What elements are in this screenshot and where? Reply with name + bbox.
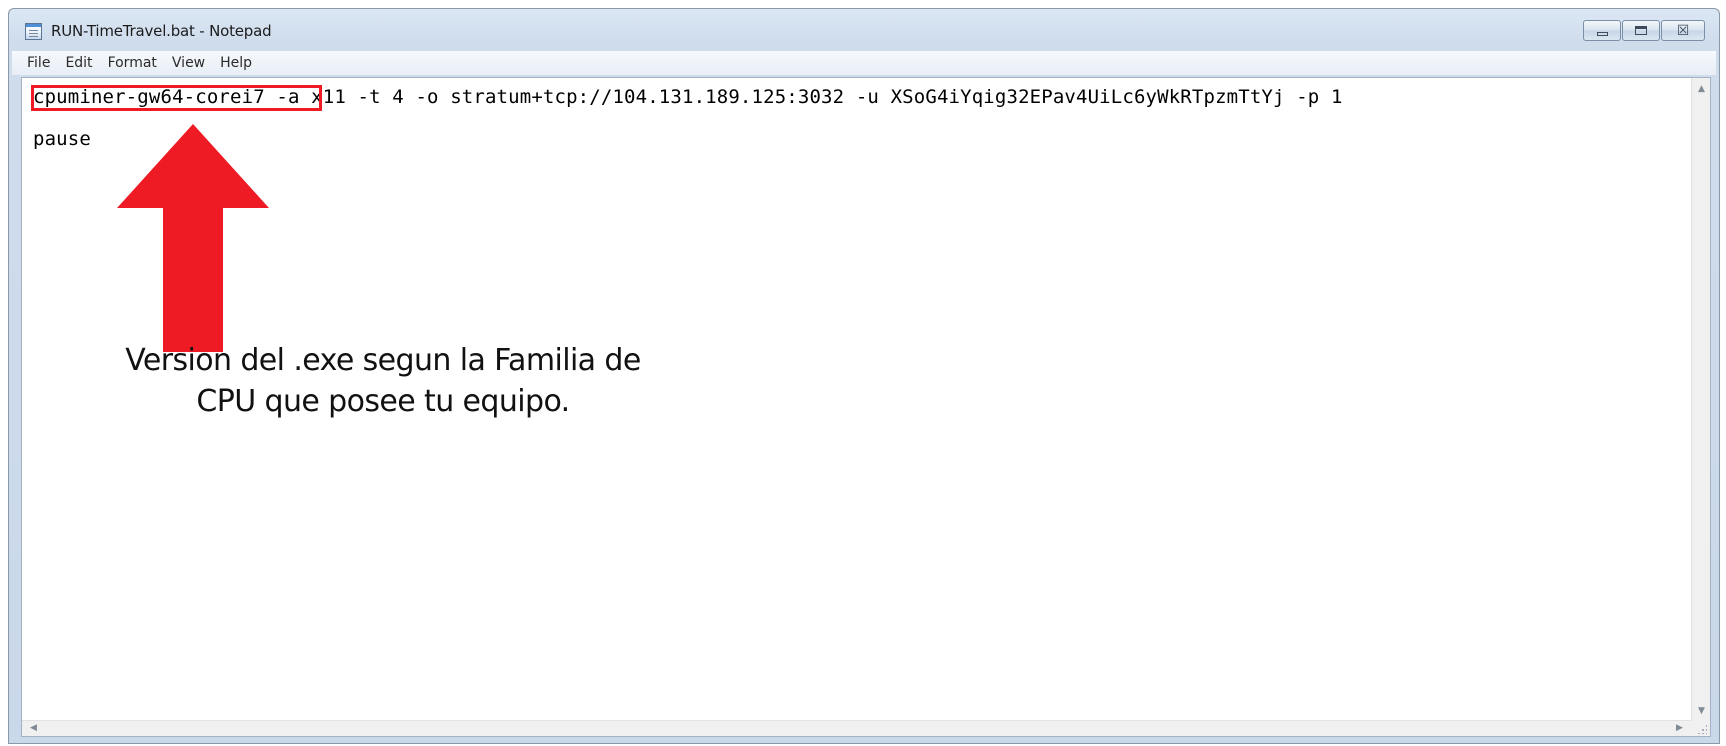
menu-edit[interactable]: Edit	[58, 55, 99, 71]
red-arrow-icon	[117, 124, 269, 352]
size-grip[interactable]	[1691, 720, 1710, 736]
scroll-right-icon[interactable]: ▶	[1670, 720, 1689, 736]
minimize-button[interactable]	[1583, 20, 1621, 41]
title-bar[interactable]: RUN-TimeTravel.bat - Notepad ☒	[9, 9, 1719, 49]
menu-view[interactable]: View	[165, 55, 212, 71]
vertical-scrollbar[interactable]: ▲ ▼	[1691, 78, 1710, 722]
annotation-text: Version del .exe segun la Familia de CPU…	[108, 340, 658, 422]
notepad-window: RUN-TimeTravel.bat - Notepad ☒ File Edit…	[8, 8, 1720, 744]
close-button[interactable]: ☒	[1661, 20, 1705, 41]
editor-text-area[interactable]: cpuminer-gw64-corei7 -a x11 -t 4 -o stra…	[22, 78, 1691, 722]
menu-help[interactable]: Help	[213, 55, 259, 71]
scroll-down-icon[interactable]: ▼	[1692, 702, 1711, 720]
document-line-2: pause	[33, 128, 91, 150]
annotation-line-1: Version del .exe segun la Familia de	[125, 343, 641, 378]
executable-highlight-box	[31, 85, 322, 111]
close-icon: ☒	[1676, 22, 1690, 39]
menu-bar: File Edit Format View Help	[12, 51, 1716, 75]
window-title: RUN-TimeTravel.bat - Notepad	[51, 22, 272, 40]
menu-file[interactable]: File	[20, 55, 57, 71]
annotation-line-2: CPU que posee tu equipo.	[196, 384, 570, 419]
size-grip-icon	[1697, 724, 1707, 734]
horizontal-scrollbar[interactable]: ◀ ▶	[22, 720, 1691, 736]
menu-format[interactable]: Format	[101, 55, 164, 71]
notepad-icon[interactable]	[25, 23, 42, 40]
minimize-icon	[1596, 32, 1608, 36]
scroll-up-icon[interactable]: ▲	[1692, 80, 1711, 98]
restore-icon	[1635, 26, 1647, 35]
scroll-left-icon[interactable]: ◀	[24, 720, 43, 736]
text-editor[interactable]: cpuminer-gw64-corei7 -a x11 -t 4 -o stra…	[21, 77, 1711, 737]
maximize-button[interactable]	[1622, 20, 1660, 41]
miner-arguments: -a x11 -t 4 -o stratum+tcp://104.131.189…	[264, 86, 1343, 108]
